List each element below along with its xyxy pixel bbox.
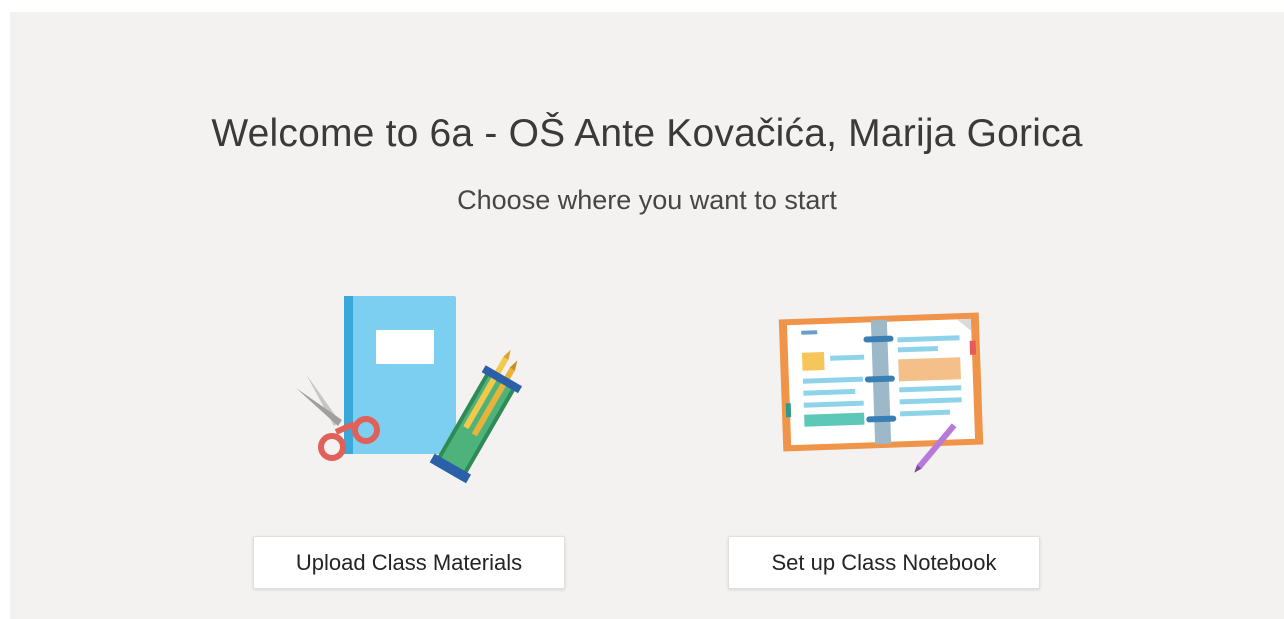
upload-class-materials-button[interactable]: Upload Class Materials	[253, 536, 565, 589]
upload-materials-option: Upload Class Materials	[248, 292, 568, 612]
class-materials-icon	[296, 296, 523, 484]
class-notebook-icon	[778, 312, 984, 473]
set-up-class-notebook-button[interactable]: Set up Class Notebook	[728, 536, 1040, 589]
class-notebook-option: Set up Class Notebook	[723, 292, 1043, 612]
welcome-panel: Welcome to 6a - OŠ Ante Kovačića, Marija…	[10, 12, 1284, 619]
page-subtitle: Choose where you want to start	[457, 185, 837, 215]
page-title: Welcome to 6a - OŠ Ante Kovačića, Marija…	[211, 112, 1083, 155]
